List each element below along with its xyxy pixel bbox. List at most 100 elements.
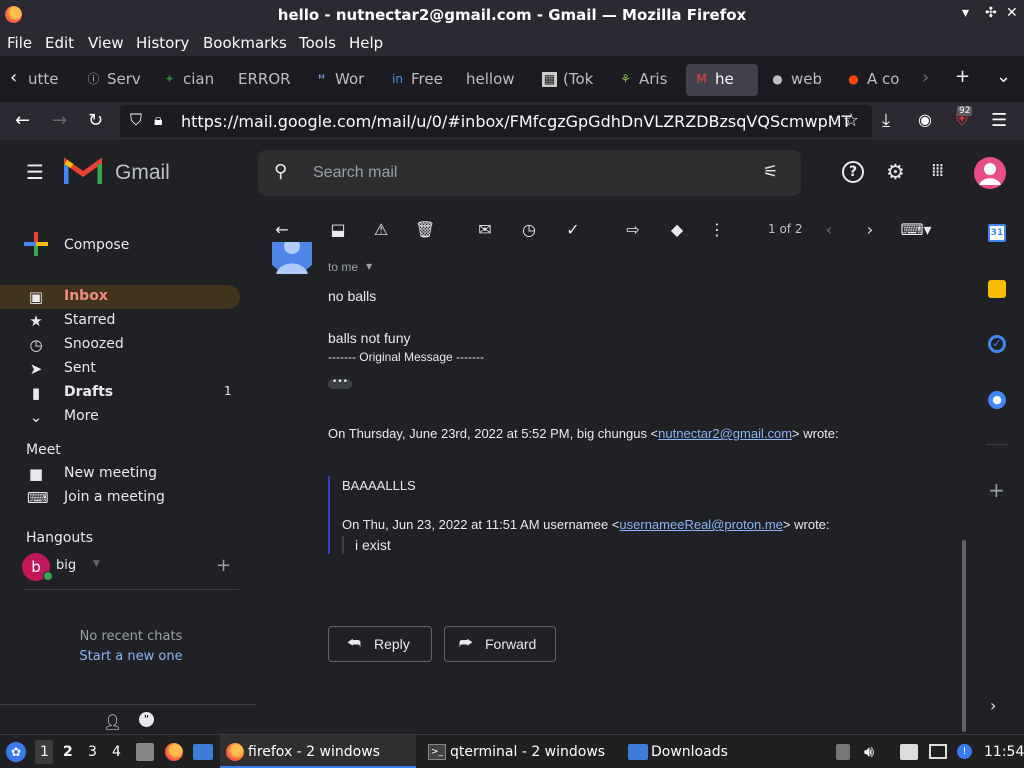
show-panel-icon[interactable]: ›	[990, 696, 996, 715]
url-text[interactable]: https://mail.google.com/mail/u/0/#inbox/…	[181, 112, 851, 131]
add-chat-icon[interactable]: +	[216, 555, 231, 576]
sidebar-item-drafts[interactable]: ▮ Drafts 1	[0, 381, 240, 405]
firefox-launcher-icon[interactable]	[165, 743, 183, 761]
compose-button[interactable]: Compose	[16, 224, 156, 266]
file-manager-launcher-icon[interactable]	[136, 743, 154, 761]
sidebar-item-inbox[interactable]: ▣ Inbox	[0, 285, 240, 309]
account-avatar[interactable]	[974, 157, 1006, 189]
menu-file[interactable]: File	[7, 34, 32, 52]
tab-item[interactable]: in Free	[390, 64, 446, 96]
shield-icon[interactable]: ⛉	[130, 110, 142, 130]
tab-active[interactable]: Mhe	[686, 64, 758, 96]
contacts-panel-icon[interactable]: ●	[988, 391, 1006, 409]
apps-grid-icon[interactable]: ⁞⁞⁞	[931, 160, 944, 181]
menu-tools[interactable]: Tools	[299, 34, 336, 52]
forward-icon[interactable]: →	[52, 110, 67, 131]
reload-icon[interactable]: ↻	[88, 110, 103, 131]
sidebar-item-snoozed[interactable]: ◷ Snoozed	[0, 333, 240, 357]
minimize-icon[interactable]: ▾	[962, 5, 969, 21]
tab-item[interactable]: ● web	[770, 64, 826, 96]
calendar-icon[interactable]: 31	[988, 224, 1006, 242]
to-me-label[interactable]: to me	[328, 260, 358, 274]
hangouts-contact[interactable]: big	[56, 558, 76, 573]
report-spam-icon[interactable]: ⚠	[371, 220, 391, 240]
contacts-icon[interactable]: 👤︎	[103, 713, 122, 731]
get-addons-icon[interactable]: +	[988, 478, 1005, 502]
search-box[interactable]: ⚲ ⚟	[258, 150, 801, 196]
hangouts-icon[interactable]: "	[139, 712, 154, 727]
tab-item[interactable]: ⓘ Serv	[86, 64, 146, 96]
back-to-inbox-icon[interactable]: ←	[272, 220, 292, 240]
tab-item[interactable]: ERROR	[238, 64, 294, 96]
search-icon[interactable]: ⚲	[274, 161, 287, 182]
lock-icon[interactable]: 🔒︎	[154, 110, 163, 130]
close-icon[interactable]: ✕	[1006, 5, 1018, 21]
scrollbar-thumb[interactable]	[962, 540, 966, 732]
volume-icon[interactable]: 🔊︎	[864, 742, 874, 762]
menu-history[interactable]: History	[136, 34, 189, 52]
gmail-logo-icon[interactable]	[63, 156, 103, 186]
address-bar[interactable]: ⛉ 🔒︎ https://mail.google.com/mail/u/0/#i…	[120, 105, 872, 137]
extension-icon[interactable]: ◉	[918, 110, 932, 129]
start-menu-icon[interactable]: ✿	[6, 742, 26, 762]
inner-email-link[interactable]: usernameeReal@proton.me	[619, 517, 783, 532]
new-meeting-item[interactable]: ■ New meeting	[0, 462, 240, 486]
start-chat-link[interactable]: Start a new one	[0, 649, 262, 664]
main-menu-icon[interactable]: ☰	[26, 160, 44, 184]
older-icon[interactable]: ›	[860, 220, 880, 240]
support-icon[interactable]: ?	[842, 161, 864, 183]
join-meeting-item[interactable]: ⌨ Join a meeting	[0, 486, 240, 510]
snooze-icon[interactable]: ◷	[519, 220, 539, 240]
settings-gear-icon[interactable]: ⚙	[886, 160, 905, 184]
downloads-icon[interactable]: ⤓	[882, 110, 890, 131]
tab-item[interactable]: ▦ (Tok	[542, 64, 598, 96]
forward-button[interactable]: ⮫ Forward	[444, 626, 556, 662]
sidebar-item-starred[interactable]: ★ Starred	[0, 309, 240, 333]
menu-view[interactable]: View	[88, 34, 124, 52]
menu-help[interactable]: Help	[349, 34, 383, 52]
taskbar-firefox-button[interactable]: firefox - 2 windows	[220, 735, 416, 768]
archive-icon[interactable]: ⬓	[328, 220, 348, 240]
reply-button[interactable]: ⮪ Reply	[328, 626, 432, 662]
new-tab-icon[interactable]: +	[955, 66, 970, 87]
menu-bookmarks[interactable]: Bookmarks	[203, 34, 287, 52]
workspace-3[interactable]: 3	[88, 744, 97, 760]
show-trimmed-button[interactable]: •••	[328, 378, 352, 389]
quote-email-link[interactable]: nutnectar2@gmail.com	[658, 426, 792, 441]
workspace-2[interactable]: 2	[63, 744, 73, 760]
contact-dropdown-icon[interactable]: ▼	[93, 559, 100, 569]
input-tools-icon[interactable]: ⌨▾	[899, 220, 933, 240]
details-dropdown-icon[interactable]: ▼	[366, 262, 372, 271]
desktop-launcher-icon[interactable]	[193, 744, 213, 760]
taskbar-qterminal-button[interactable]: qterminal - 2 windows	[450, 744, 605, 760]
more-actions-icon[interactable]: ⋮	[707, 220, 727, 240]
tab-item[interactable]: ✦ cian	[162, 64, 218, 96]
mark-unread-icon[interactable]: ✉	[475, 220, 495, 240]
sender-avatar[interactable]	[272, 242, 312, 274]
bookmark-star-icon[interactable]: ☆	[843, 110, 859, 131]
search-options-icon[interactable]: ⚟	[763, 162, 778, 182]
sidebar-item-sent[interactable]: ➤ Sent	[0, 357, 240, 381]
menu-edit[interactable]: Edit	[45, 34, 74, 52]
tab-item[interactable]: ᴹ Wor	[314, 64, 370, 96]
network-icon[interactable]	[929, 744, 947, 759]
move-to-icon[interactable]: ⇨	[623, 220, 643, 240]
notes-icon[interactable]	[900, 744, 918, 760]
tab-item[interactable]: hellow	[466, 64, 522, 96]
delete-icon[interactable]: 🗑︎	[415, 220, 435, 240]
search-input[interactable]	[313, 160, 733, 186]
tab-scroll-right-icon[interactable]: ›	[922, 67, 929, 88]
workspace-4[interactable]: 4	[112, 744, 121, 760]
maximize-icon[interactable]: ✣	[985, 5, 997, 21]
tab-item[interactable]: utte	[28, 64, 66, 96]
tab-scroll-left-icon[interactable]: ‹	[10, 67, 17, 88]
notification-icon[interactable]: !	[957, 744, 972, 759]
sidebar-item-more[interactable]: ⌄ More	[0, 405, 240, 429]
tab-list-icon[interactable]: ⌄	[996, 66, 1011, 87]
tab-item[interactable]: ● A co	[846, 64, 902, 96]
newer-icon[interactable]: ‹	[819, 220, 839, 240]
taskbar-downloads-button[interactable]: Downloads	[651, 744, 728, 760]
tab-item[interactable]: ⚘ Aris	[618, 64, 674, 96]
add-task-icon[interactable]: ✓	[563, 220, 583, 240]
workspace-1[interactable]: 1	[35, 740, 53, 764]
